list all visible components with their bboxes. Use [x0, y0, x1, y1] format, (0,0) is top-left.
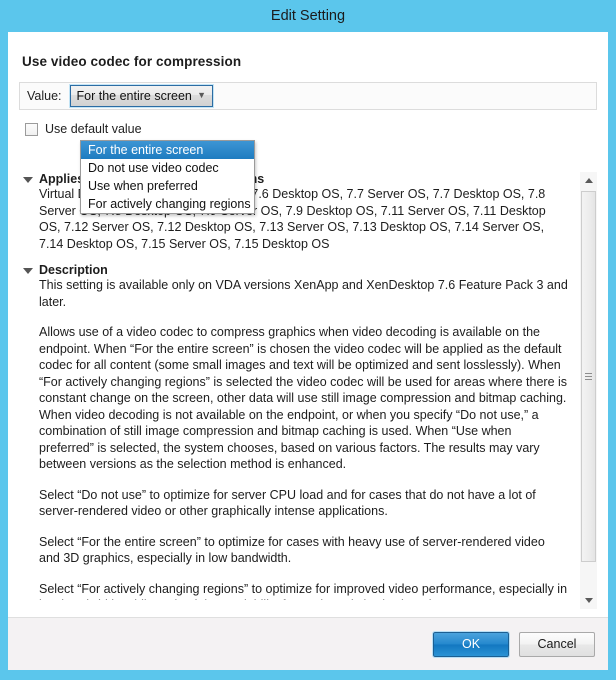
triangle-expanded-icon[interactable]	[23, 177, 33, 183]
title-bar: Edit Setting	[0, 0, 616, 32]
use-default-row[interactable]: Use default value	[25, 122, 608, 136]
combobox-selected-text: For the entire screen	[76, 89, 192, 103]
description-paragraph: Select “For actively changing regions” t…	[39, 581, 568, 610]
description-paragraph: Allows use of a video codec to compress …	[39, 325, 568, 471]
description-heading-text: Description	[39, 263, 108, 277]
scrollbar-thumb[interactable]	[581, 191, 596, 562]
details-content: Applies to the following VDA versions Vi…	[19, 172, 579, 609]
dropdown-option-3[interactable]: For actively changing regions	[81, 195, 254, 213]
description-paragraph: Select “For the entire screen” to optimi…	[39, 534, 545, 566]
ok-button[interactable]: OK	[432, 630, 510, 658]
details-scroll-region: Applies to the following VDA versions Vi…	[19, 172, 597, 609]
scrollbar-track[interactable]	[580, 189, 597, 592]
description-paragraph: Select “Do not use” to optimize for serv…	[39, 487, 536, 519]
description-section: Description This setting is available on…	[19, 263, 573, 609]
triangle-expanded-icon[interactable]	[23, 268, 33, 274]
dropdown-option-0[interactable]: For the entire screen	[81, 141, 254, 159]
use-default-checkbox[interactable]	[25, 122, 38, 136]
description-body: This setting is available only on VDA ve…	[19, 277, 573, 609]
description-header[interactable]: Description	[19, 263, 573, 277]
scroll-down-button[interactable]	[580, 592, 597, 609]
dropdown-option-2[interactable]: Use when preferred	[81, 177, 254, 195]
scrollbar-grip-icon	[585, 372, 592, 380]
vertical-scrollbar[interactable]	[579, 172, 597, 609]
value-panel: Value: For the entire screen ▼	[19, 82, 597, 110]
window-title: Edit Setting	[270, 8, 346, 24]
dialog-body: Use video codec for compression Value: F…	[8, 32, 608, 617]
scroll-up-button[interactable]	[580, 172, 597, 189]
value-dropdown-list[interactable]: For the entire screen Do not use video c…	[80, 140, 255, 214]
use-default-label: Use default value	[45, 122, 142, 136]
dropdown-option-1[interactable]: Do not use video codec	[81, 159, 254, 177]
dialog-client-area: Use video codec for compression Value: F…	[8, 32, 608, 670]
scroll-down-arrow-icon	[584, 598, 593, 603]
description-paragraph: This setting is available only on VDA ve…	[39, 278, 568, 309]
scroll-up-arrow-icon	[584, 178, 593, 183]
cancel-button[interactable]: Cancel	[519, 631, 595, 657]
chevron-down-icon: ▼	[197, 90, 206, 100]
dialog-footer: OK Cancel	[8, 617, 608, 670]
setting-name-heading: Use video codec for compression	[22, 54, 242, 69]
value-combobox[interactable]: For the entire screen ▼	[68, 84, 214, 108]
value-label: Value:	[27, 89, 62, 103]
edit-setting-dialog: Edit Setting Use video codec for compres…	[0, 0, 616, 680]
